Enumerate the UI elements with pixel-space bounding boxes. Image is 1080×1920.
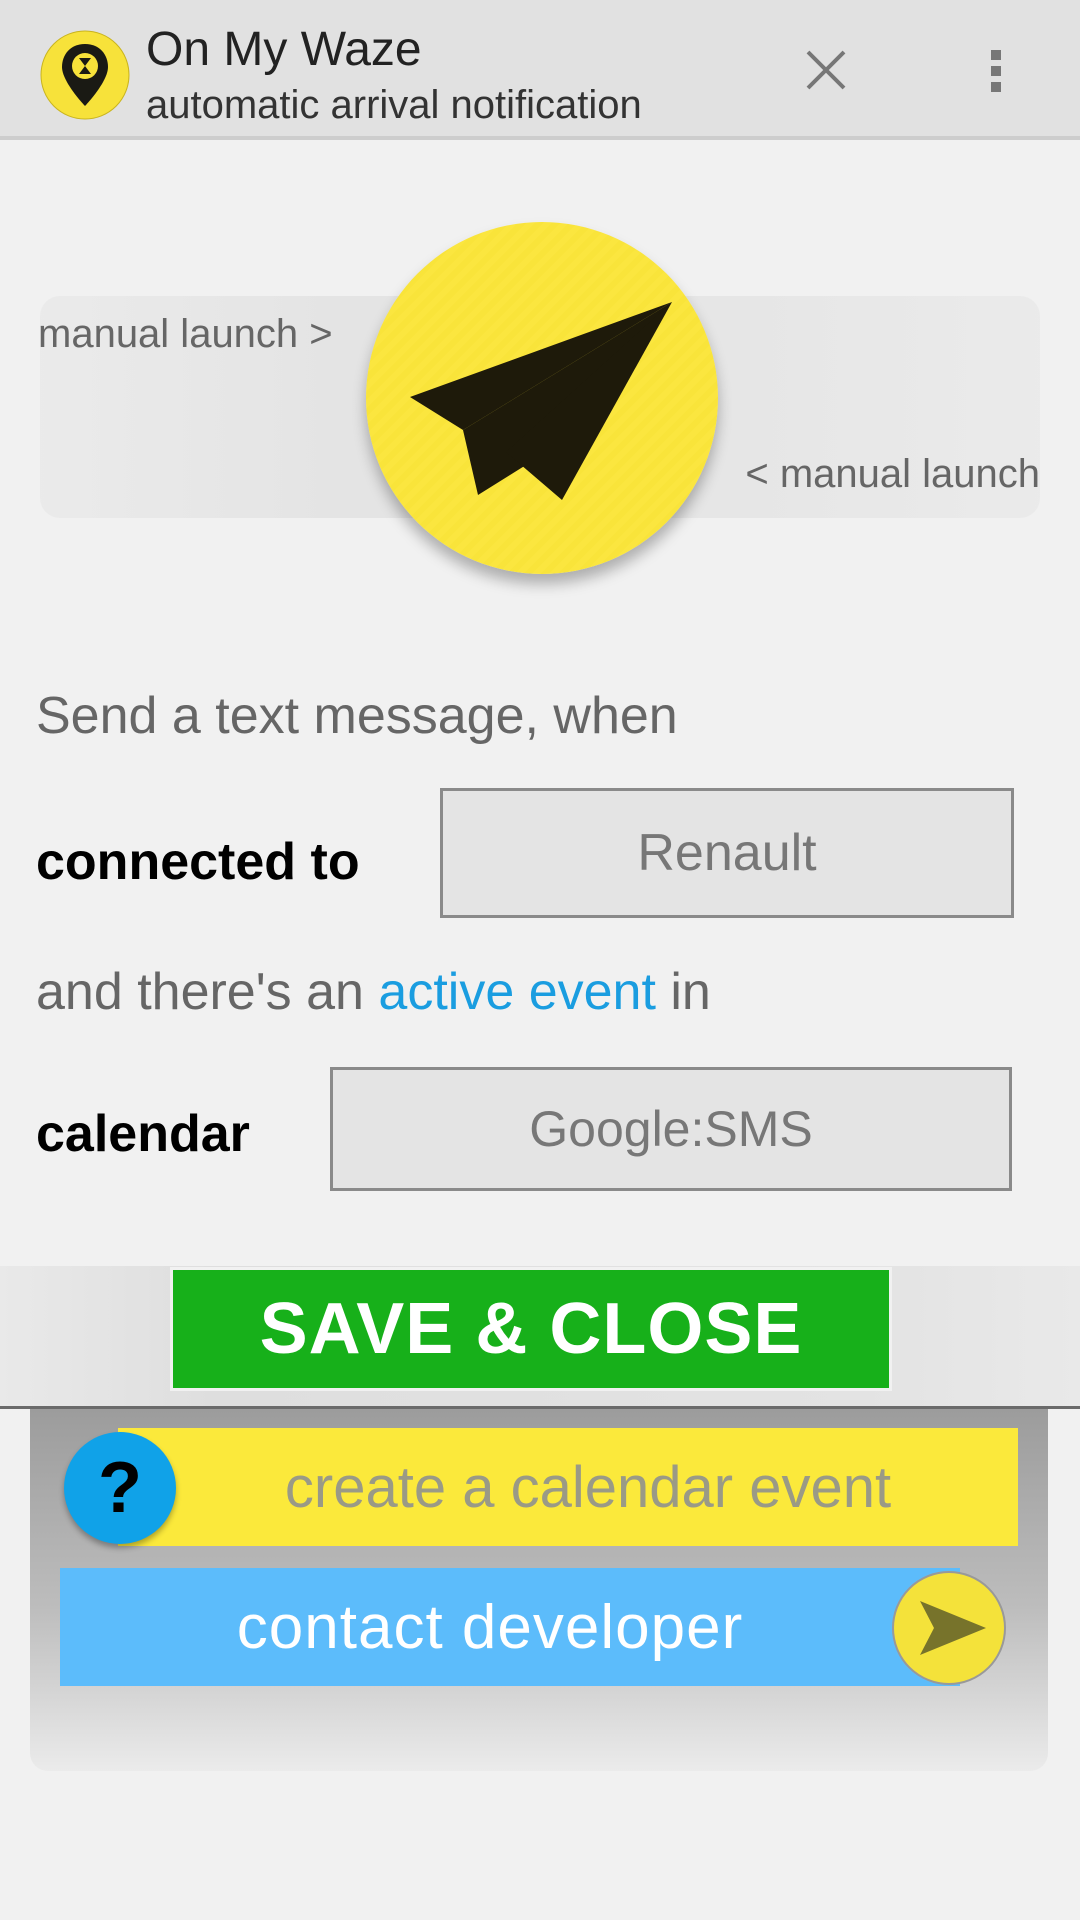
event-prefix: and there's an [36, 963, 364, 1021]
intro-text: Send a text message, when [36, 687, 678, 745]
connected-to-label: connected to [36, 833, 360, 891]
paper-plane-icon [410, 302, 672, 500]
app-subtitle: automatic arrival notification [146, 83, 642, 127]
contact-send-button[interactable] [892, 1571, 1006, 1685]
save-close-button[interactable]: SAVE & CLOSE [170, 1267, 892, 1391]
bluetooth-device-value: Renault [637, 824, 817, 882]
overflow-menu-icon[interactable] [976, 36, 1016, 106]
manual-launch-button[interactable] [366, 222, 718, 574]
create-calendar-event-button[interactable]: create a calendar event [118, 1428, 1018, 1546]
manual-launch-left-label: manual launch > [38, 312, 333, 356]
bluetooth-device-selector[interactable]: Renault [440, 788, 1014, 918]
close-icon[interactable] [796, 40, 856, 100]
create-calendar-event-label: create a calendar event [284, 1454, 892, 1520]
app-title: On My Waze [146, 23, 422, 76]
send-arrow-icon [920, 1601, 986, 1655]
help-symbol: ? [98, 1448, 142, 1528]
active-event-link[interactable]: active event [378, 963, 656, 1021]
calendar-selector[interactable]: Google:SMS [330, 1067, 1012, 1191]
help-icon[interactable]: ? [64, 1432, 176, 1544]
event-condition-text: and there's an active event in [36, 962, 711, 1022]
manual-launch-right-label: < manual launch [745, 452, 1040, 496]
contact-developer-label: contact developer [236, 1592, 744, 1662]
contact-developer-button[interactable]: contact developer [60, 1568, 960, 1686]
save-close-label: SAVE & CLOSE [259, 1289, 803, 1369]
calendar-label: calendar [36, 1105, 250, 1163]
calendar-value: Google:SMS [529, 1101, 813, 1157]
app-logo-icon [40, 30, 130, 120]
app-bar: On My Waze automatic arrival notificatio… [0, 0, 1080, 140]
event-suffix: in [670, 963, 711, 1021]
